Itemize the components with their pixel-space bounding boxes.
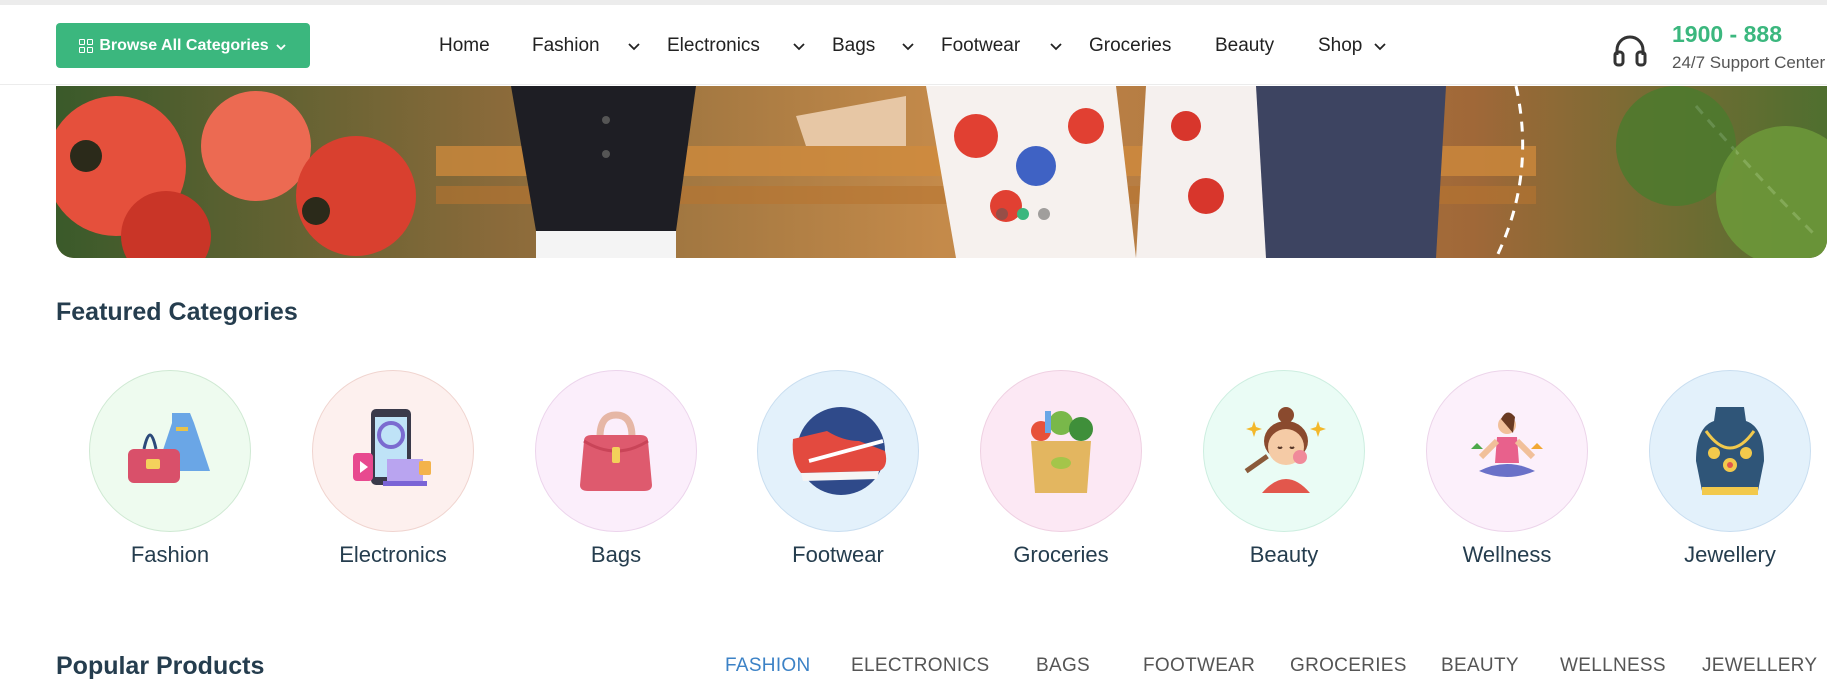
carousel-dot-active[interactable] — [1017, 208, 1029, 220]
nav-electronics[interactable]: Electronics — [667, 35, 760, 57]
chevron-down-icon[interactable] — [792, 39, 806, 53]
category-groceries[interactable]: Groceries — [976, 370, 1146, 568]
chevron-down-icon — [275, 43, 286, 50]
nav-shop[interactable]: Shop — [1318, 35, 1362, 57]
handbag-icon — [535, 370, 697, 532]
chevron-down-icon[interactable] — [901, 39, 915, 53]
category-bags[interactable]: Bags — [531, 370, 701, 568]
chevron-down-icon[interactable] — [627, 39, 641, 53]
chevron-down-icon[interactable] — [1049, 39, 1063, 53]
necklace-icon — [1649, 370, 1811, 532]
category-label: Wellness — [1462, 542, 1552, 567]
chevron-down-icon[interactable] — [1373, 39, 1387, 53]
headset-icon — [1613, 35, 1647, 67]
browse-categories-label: Browse All Categories — [99, 36, 269, 54]
nav-footwear[interactable]: Footwear — [941, 35, 1020, 57]
tab-beauty[interactable]: BEAUTY — [1441, 655, 1519, 677]
grid-icon — [79, 38, 94, 53]
category-label: Bags — [590, 542, 642, 567]
nav-home[interactable]: Home — [439, 35, 490, 57]
category-fashion[interactable]: Fashion — [85, 370, 255, 568]
nav-fashion[interactable]: Fashion — [532, 35, 600, 57]
category-label: Fashion — [130, 542, 210, 567]
banner-image — [56, 86, 1827, 258]
site-header: Browse All Categories Home Fashion Elect… — [0, 5, 1827, 85]
popular-products-tabs: FASHION ELECTRONICS BAGS FOOTWEAR GROCER… — [0, 655, 1827, 679]
tab-groceries[interactable]: GROCERIES — [1290, 655, 1407, 677]
grocery-bag-icon — [980, 370, 1142, 532]
dress-handbag-icon — [89, 370, 251, 532]
category-label: Footwear — [792, 542, 884, 567]
carousel-dot[interactable] — [1038, 208, 1050, 220]
category-electronics[interactable]: Electronics — [308, 370, 478, 568]
category-beauty[interactable]: Beauty — [1199, 370, 1369, 568]
category-jewellery[interactable]: Jewellery — [1645, 370, 1815, 568]
nav-beauty[interactable]: Beauty — [1215, 35, 1274, 57]
tab-electronics[interactable]: ELECTRONICS — [851, 655, 989, 677]
support-subtitle: 24/7 Support Center — [1672, 53, 1826, 72]
facial-beauty-icon — [1203, 370, 1365, 532]
yoga-icon — [1426, 370, 1588, 532]
category-label: Groceries — [1013, 542, 1109, 567]
carousel-dots — [996, 208, 1050, 220]
tab-bags[interactable]: BAGS — [1036, 655, 1090, 677]
category-label: Beauty — [1249, 542, 1319, 567]
tab-footwear[interactable]: FOOTWEAR — [1143, 655, 1255, 677]
carousel-dot[interactable] — [996, 208, 1008, 220]
category-footwear[interactable]: Footwear — [753, 370, 923, 568]
tab-jewellery[interactable]: JEWELLERY — [1702, 655, 1817, 677]
support-phone[interactable]: 1900 - 888 — [1672, 21, 1782, 48]
tab-wellness[interactable]: WELLNESS — [1560, 655, 1666, 677]
hero-banner[interactable] — [56, 86, 1827, 258]
category-wellness[interactable]: Wellness — [1422, 370, 1592, 568]
sneaker-icon — [757, 370, 919, 532]
nav-bags[interactable]: Bags — [832, 35, 875, 57]
category-label: Electronics — [339, 542, 447, 567]
featured-categories-title: Featured Categories — [56, 298, 298, 326]
support-contact: 1900 - 888 24/7 Support Center — [1612, 19, 1827, 79]
featured-categories-list: Fashion Electronics Bags Footwear Grocer… — [0, 370, 1827, 585]
category-label: Jewellery — [1684, 542, 1776, 567]
tab-fashion[interactable]: FASHION — [725, 655, 811, 677]
gadgets-icon — [312, 370, 474, 532]
browse-categories-button[interactable]: Browse All Categories — [56, 23, 310, 68]
nav-groceries[interactable]: Groceries — [1089, 35, 1171, 57]
